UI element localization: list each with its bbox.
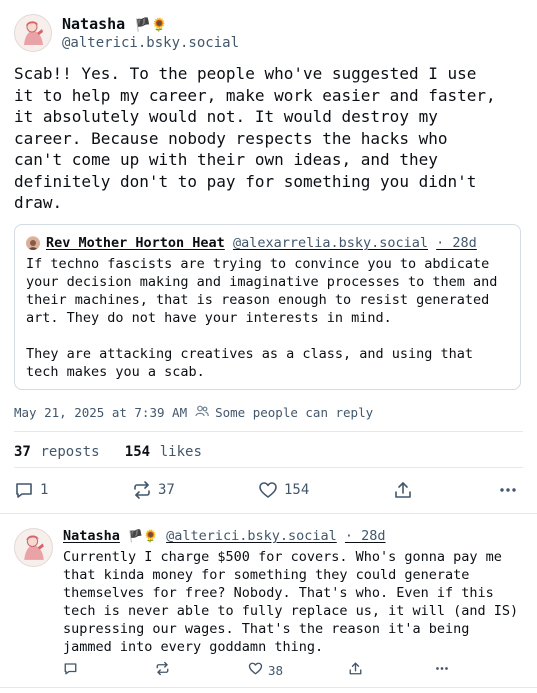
divider bbox=[0, 687, 537, 688]
reply-repost-button[interactable] bbox=[155, 661, 170, 679]
share-icon bbox=[348, 661, 363, 679]
author-handle[interactable]: @alterici.bsky.social bbox=[62, 35, 239, 51]
quote-author-name[interactable]: Rev Mother Horton Heat bbox=[46, 235, 225, 251]
likes-count[interactable]: 154 bbox=[125, 444, 150, 460]
quote-text: If techno fascists are trying to convinc… bbox=[26, 256, 498, 380]
reply-text: Currently I charge $500 for covers. Who'… bbox=[63, 549, 519, 655]
people-icon bbox=[195, 405, 209, 420]
author-emoji: 🏴🌻 bbox=[134, 18, 168, 33]
reply-like-button[interactable]: 38 bbox=[248, 661, 283, 679]
repost-icon bbox=[132, 480, 152, 500]
heart-icon bbox=[248, 661, 263, 679]
reply-age[interactable]: · 28d bbox=[345, 528, 386, 544]
like-button[interactable]: 154 bbox=[258, 480, 309, 500]
divider bbox=[14, 467, 523, 468]
reply-icon bbox=[63, 661, 78, 679]
author-avatar[interactable] bbox=[14, 14, 52, 52]
quote-age[interactable]: · 28d bbox=[436, 235, 477, 251]
repost-button[interactable]: 37 bbox=[132, 480, 175, 500]
repost-count: 37 bbox=[158, 482, 175, 498]
reply-icon bbox=[14, 480, 34, 500]
like-count: 154 bbox=[284, 482, 310, 498]
reply-more-options-button[interactable] bbox=[434, 661, 450, 679]
reply-like-count: 38 bbox=[268, 662, 284, 678]
reply-author-avatar[interactable] bbox=[14, 528, 53, 567]
quote-author-handle[interactable]: @alexarrelia.bsky.social bbox=[233, 235, 428, 251]
reply-reply-button[interactable] bbox=[63, 661, 78, 679]
heart-icon bbox=[258, 480, 278, 500]
more-options-button[interactable] bbox=[498, 480, 518, 500]
divider bbox=[14, 431, 523, 432]
reply-author-emoji: 🏴🌻 bbox=[128, 529, 158, 543]
reply-author-name[interactable]: Natasha bbox=[63, 528, 120, 544]
post-text: Scab!! Yes. To the people who've suggest… bbox=[14, 64, 496, 212]
reposts-count[interactable]: 37 bbox=[14, 444, 31, 460]
author-name[interactable]: Natasha bbox=[62, 15, 125, 33]
share-button[interactable] bbox=[393, 480, 413, 500]
reply-setting[interactable]: Some people can reply bbox=[215, 405, 373, 420]
ellipsis-icon bbox=[498, 480, 518, 500]
repost-icon bbox=[155, 661, 170, 679]
likes-label[interactable]: likes bbox=[160, 444, 202, 460]
post-timestamp[interactable]: May 21, 2025 at 7:39 AM bbox=[14, 405, 187, 420]
reposts-label[interactable]: reposts bbox=[41, 444, 100, 460]
reply-share-button[interactable] bbox=[348, 661, 363, 679]
reply-author-handle[interactable]: @alterici.bsky.social bbox=[166, 528, 337, 544]
quote-author-avatar bbox=[26, 236, 40, 250]
ellipsis-icon bbox=[434, 661, 450, 679]
reply-button[interactable]: 1 bbox=[14, 480, 48, 500]
share-icon bbox=[393, 480, 413, 500]
reply-count: 1 bbox=[40, 482, 49, 498]
quoted-post[interactable]: Rev Mother Horton Heat @alexarrelia.bsky… bbox=[14, 224, 521, 390]
divider bbox=[0, 513, 537, 514]
